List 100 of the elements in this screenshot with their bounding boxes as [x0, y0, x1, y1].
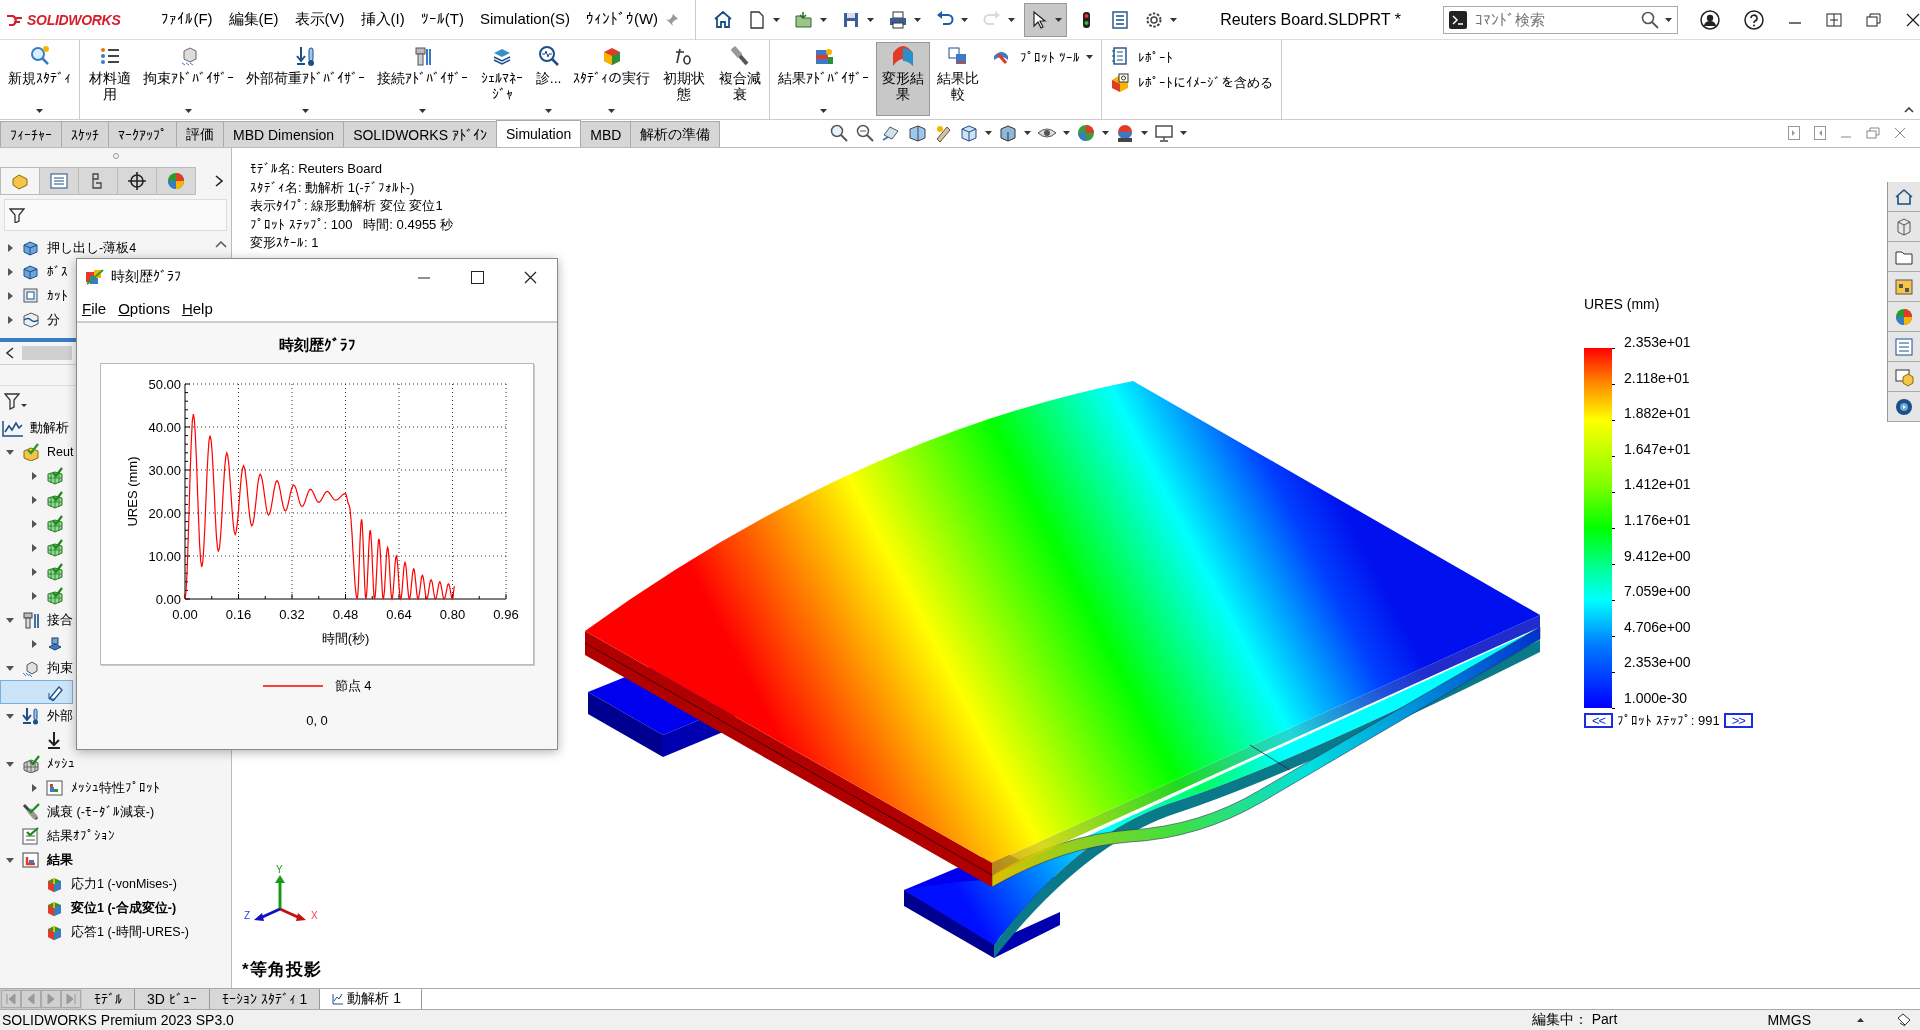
expand-arrow-icon[interactable]: [6, 316, 14, 324]
collapse-arrow-icon[interactable]: [6, 760, 14, 768]
scroll-left-icon[interactable]: [6, 347, 14, 359]
select-cursor-button[interactable]: [1024, 2, 1068, 37]
restore-icon[interactable]: [1866, 12, 1882, 27]
command-search-field[interactable]: ｺﾏﾝﾄﾞ検索: [1472, 10, 1635, 29]
view-cube-icon[interactable]: [959, 123, 980, 143]
ribbon-button[interactable]: ﾚﾎﾟｰﾄにｲﾒｰｼﾞを含める: [1104, 72, 1278, 94]
zoom-area-icon[interactable]: [855, 123, 876, 143]
monitor-icon[interactable]: [1154, 123, 1175, 143]
caret-icon[interactable]: [1024, 131, 1032, 135]
expand-arrow-icon[interactable]: [6, 292, 14, 300]
tree-item[interactable]: ﾎﾞｽ: [0, 260, 68, 284]
menu-item[interactable]: 挿入(I): [353, 6, 412, 33]
tree-item[interactable]: Reut: [0, 440, 74, 464]
menu-item[interactable]: 表示(V): [287, 6, 352, 33]
ribbon-button[interactable]: 診...: [530, 42, 567, 116]
panel-right-icon[interactable]: [1814, 126, 1826, 140]
tree-item[interactable]: 分: [0, 308, 60, 332]
tree-item[interactable]: ﾒｯｼｭ: [0, 752, 75, 776]
expand-arrow-icon[interactable]: [30, 496, 38, 504]
tree-item[interactable]: 動解析: [0, 416, 69, 440]
ribbon-button[interactable]: 拘束ｱﾄﾞﾊﾞｲｻﾞｰ: [138, 42, 240, 116]
property-manager-tab[interactable]: [39, 167, 79, 195]
ribbon-button[interactable]: 初期状態: [657, 42, 711, 116]
caret-up-icon[interactable]: [1857, 1017, 1864, 1022]
tree-item[interactable]: ﾒｯｼｭ特性ﾌﾟﾛｯﾄ: [0, 776, 160, 800]
help-icon[interactable]: [1744, 9, 1764, 30]
tab[interactable]: ﾓﾃﾞﾙ: [82, 989, 135, 1009]
collapse-arrow-icon[interactable]: [6, 448, 14, 456]
ribbon-button[interactable]: ｼｪﾙﾏﾈｰｼﾞｬ: [475, 42, 529, 116]
search-field[interactable]: ｺﾏﾝﾄﾞ検索: [1442, 5, 1678, 34]
collapse-ribbon-icon[interactable]: [1904, 107, 1914, 113]
expand-arrow-icon[interactable]: [30, 544, 38, 552]
grip-icon[interactable]: [112, 153, 119, 159]
caret-icon[interactable]: [1102, 131, 1110, 135]
filter-dropdown-icon[interactable]: [4, 392, 28, 410]
ribbon-button[interactable]: ﾚﾎﾟｰﾄ: [1104, 46, 1278, 68]
feature-manager-tab[interactable]: [0, 167, 40, 195]
expand-arrow-icon[interactable]: [30, 784, 38, 792]
globe-tab[interactable]: [1888, 392, 1920, 422]
units-button[interactable]: MMGS: [1767, 1011, 1811, 1028]
expand-arrow-icon[interactable]: [30, 520, 38, 528]
collapse-arrow-icon[interactable]: [6, 856, 14, 864]
menu-item[interactable]: ｳｨﾝﾄﾞｳ(W): [578, 6, 666, 33]
expand-arrow-icon[interactable]: [30, 568, 38, 576]
scrollbar-thumb[interactable]: [22, 346, 72, 360]
close-icon[interactable]: [524, 270, 537, 284]
tree-item[interactable]: 変位1 (-合成変位-): [0, 896, 177, 920]
filter-field[interactable]: [4, 199, 227, 231]
chevron-right-icon[interactable]: [215, 175, 223, 187]
appearance-ball-tab[interactable]: [1888, 302, 1920, 332]
caret-icon[interactable]: [1141, 131, 1149, 135]
menu-item[interactable]: ﾂｰﾙ(T): [413, 6, 471, 33]
tree-item[interactable]: 接合: [0, 608, 73, 632]
expand-arrow-icon[interactable]: [6, 268, 14, 276]
ribbon-button[interactable]: ｽﾀﾃﾞｨの実行: [568, 42, 656, 116]
tab[interactable]: 解析の準備: [630, 121, 721, 147]
parts-tab[interactable]: [1888, 212, 1920, 242]
zoom-to-fit-icon[interactable]: [829, 123, 850, 143]
menu-item[interactable]: Help: [181, 299, 213, 317]
tree-item[interactable]: 応答1 (-時間-URES-): [0, 920, 189, 944]
collapse-arrow-icon[interactable]: [6, 664, 14, 672]
ribbon-button[interactable]: 外部荷重ｱﾄﾞﾊﾞｲｻﾞｰ: [241, 42, 371, 116]
previous-step-button[interactable]: <<: [1584, 713, 1614, 728]
ribbon-button[interactable]: ﾌﾟﾛｯﾄ ﾂｰﾙ: [987, 46, 1098, 68]
tree-item[interactable]: 押し出し-薄板4: [0, 236, 137, 260]
menu-item[interactable]: ﾌｧｲﾙ(F): [154, 6, 220, 33]
tree-item[interactable]: 応力1 (-vonMises-): [0, 872, 177, 896]
folder-tab[interactable]: [1888, 242, 1920, 272]
panel-left-icon[interactable]: [1788, 126, 1800, 140]
section-view-icon[interactable]: [907, 123, 928, 143]
ribbon-button[interactable]: 材料適用: [83, 42, 137, 116]
tab[interactable]: ﾓｰｼｮﾝ ｽﾀﾃﾞｨ 1: [209, 989, 321, 1009]
caret-icon[interactable]: [1180, 131, 1188, 135]
collapse-arrow-icon[interactable]: [6, 712, 14, 720]
tab[interactable]: 3D ﾋﾞｭｰ: [135, 989, 210, 1009]
tree-item[interactable]: 結果ｵﾌﾟｼｮﾝ: [0, 824, 115, 848]
tab[interactable]: ｽｹｯﾁ: [61, 121, 109, 147]
caret-icon[interactable]: [1063, 131, 1071, 135]
ribbon-button[interactable]: 結果ｱﾄﾞﾊﾞｲｻﾞｰ: [773, 42, 875, 116]
collapse-arrow-icon[interactable]: [6, 616, 14, 624]
next-step-button[interactable]: >>: [1723, 713, 1753, 728]
palette-tab[interactable]: [1888, 272, 1920, 302]
custom-properties-tab[interactable]: [1888, 362, 1920, 392]
expand-arrow-icon[interactable]: [30, 592, 38, 600]
fit-window-icon[interactable]: [1826, 12, 1842, 27]
ribbon-button[interactable]: 複合減衰: [712, 42, 767, 116]
maximize-icon[interactable]: [471, 270, 484, 284]
tab[interactable]: SOLIDWORKS ｱﾄﾞｲﾝ: [343, 121, 497, 147]
ribbon-button[interactable]: 接続ｱﾄﾞﾊﾞｲｻﾞｰ: [372, 42, 474, 116]
tree-item[interactable]: 減衰 (-ﾓｰﾀﾞﾙ減衰-): [0, 800, 155, 824]
crosshair-tab[interactable]: [117, 167, 157, 195]
expand-arrow-icon[interactable]: [30, 472, 38, 480]
tab[interactable]: 評価: [176, 121, 224, 147]
menu-item[interactable]: File: [82, 299, 107, 317]
caret-icon[interactable]: [985, 131, 993, 135]
menu-item[interactable]: 編集(E): [221, 6, 286, 33]
properties-list-tab[interactable]: [1888, 332, 1920, 362]
home-tab[interactable]: [1888, 182, 1920, 212]
